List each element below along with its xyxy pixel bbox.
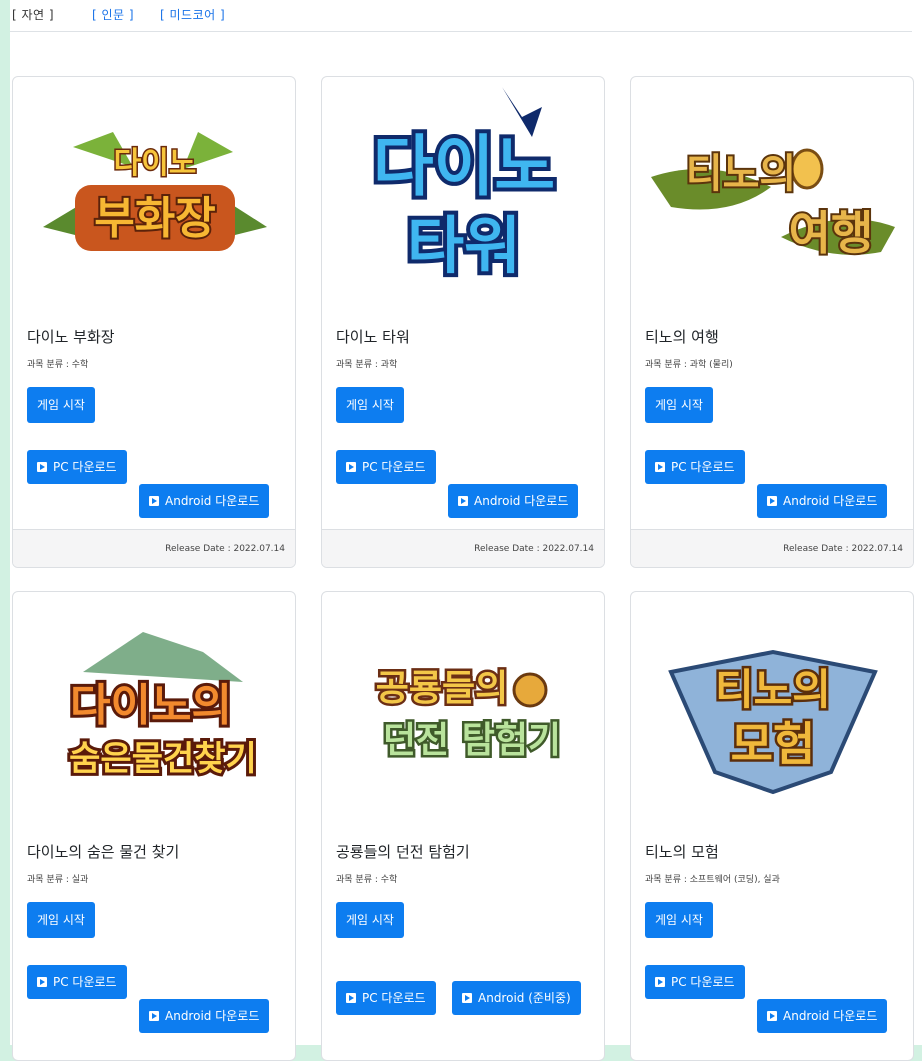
game-card-tino-adventure: 티노의 모험 티노의 모험 과목 분류 : 소프트웨어 (코딩), 실과 게임 … [630,591,914,1061]
game-category: 과목 분류 : 수학 [27,360,89,370]
game-logo-image: 다이노 부화장 [13,77,295,307]
svg-text:여행: 여행 [789,206,874,260]
pc-download-button[interactable]: PC 다운로드 [645,965,745,999]
category-tabs: [ 자연 ] [ 인문 ] [ 미드코어 ] [10,0,912,32]
svg-text:던전 탐험기: 던전 탐험기 [383,720,561,761]
start-game-button[interactable]: 게임 시작 [336,902,404,938]
tab-midcore[interactable]: [ 미드코어 ] [160,6,225,23]
svg-text:티노의: 티노의 [715,665,831,714]
start-game-button[interactable]: 게임 시작 [645,902,713,938]
start-game-button[interactable]: 게임 시작 [645,387,713,423]
game-title: 티노의 여행 [645,328,719,346]
game-card-dino-hidden-objects: 다이노의 숨은물건찾기 다이노의 숨은 물건 찾기 과목 분류 : 실과 게임 … [12,591,296,1061]
play-icon [655,977,665,987]
android-download-button[interactable]: Android 다운로드 [448,484,579,518]
game-logo-image: 다이노의 숨은물건찾기 [13,592,295,822]
play-icon [767,496,777,506]
svg-text:다이노의: 다이노의 [70,680,232,731]
play-icon [149,496,159,506]
svg-text:숨은물건찾기: 숨은물건찾기 [69,739,257,779]
game-logo-image: 티노의 모험 [631,592,913,822]
release-date: Release Date : 2022.07.14 [631,529,913,567]
svg-text:타워: 타워 [407,209,521,282]
content-panel: [ 자연 ] [ 인문 ] [ 미드코어 ] 다이노 부화장 다이노 부화장 과… [10,0,922,1061]
svg-text:공룡들의: 공룡들의 [376,668,508,709]
play-icon [655,462,665,472]
play-icon [37,977,47,987]
game-category: 과목 분류 : 실과 [27,875,89,885]
tab-nature[interactable]: [ 자연 ] [12,6,54,23]
android-download-button[interactable]: Android 다운로드 [139,484,270,518]
play-icon [149,1011,159,1021]
game-title: 다이노 부화장 [27,328,115,346]
play-icon [37,462,47,472]
pc-download-button[interactable]: PC 다운로드 [336,981,436,1015]
game-title: 다이노의 숨은 물건 찾기 [27,843,180,861]
svg-text:다이노: 다이노 [373,128,555,205]
game-logo-image: 다이노 타워 [322,77,604,307]
play-icon [462,993,472,1003]
android-download-button[interactable]: Android 다운로드 [757,484,888,518]
game-logo-image: 공룡들의 던전 탐험기 [322,592,604,822]
game-category: 과목 분류 : 소프트웨어 (코딩), 실과 [645,875,780,885]
svg-text:부화장: 부화장 [94,193,215,244]
release-date: Release Date : 2022.07.14 [322,529,604,567]
pc-download-button[interactable]: PC 다운로드 [27,965,127,999]
game-title: 다이노 타워 [336,328,410,346]
game-category: 과목 분류 : 수학 [336,875,398,885]
game-card-tino-journey: 티노의 여행 티노의 여행 과목 분류 : 과학 (물리) 게임 시작 PC 다… [630,76,914,568]
play-icon [458,496,468,506]
android-download-button[interactable]: Android 다운로드 [139,999,270,1033]
play-icon [346,993,356,1003]
start-game-button[interactable]: 게임 시작 [27,902,95,938]
svg-text:다이노: 다이노 [114,146,197,181]
android-download-button[interactable]: Android (준비중) [452,981,581,1015]
game-title: 공룡들의 던전 탐험기 [336,843,470,861]
game-logo-image: 티노의 여행 [631,77,913,307]
tab-humanities[interactable]: [ 인문 ] [92,6,134,23]
start-game-button[interactable]: 게임 시작 [27,387,95,423]
play-icon [767,1011,777,1021]
pc-download-button[interactable]: PC 다운로드 [645,450,745,484]
android-download-button[interactable]: Android 다운로드 [757,999,888,1033]
game-category: 과목 분류 : 과학 (물리) [645,360,733,370]
pc-download-button[interactable]: PC 다운로드 [27,450,127,484]
svg-text:모험: 모험 [731,717,816,771]
start-game-button[interactable]: 게임 시작 [336,387,404,423]
game-category: 과목 분류 : 과학 [336,360,398,370]
svg-text:티노의: 티노의 [686,151,796,197]
game-title: 티노의 모험 [645,843,719,861]
pc-download-button[interactable]: PC 다운로드 [336,450,436,484]
game-card-dino-hatchery: 다이노 부화장 다이노 부화장 과목 분류 : 수학 게임 시작 PC 다운로드… [12,76,296,568]
release-date: Release Date : 2022.07.14 [13,529,295,567]
game-card-dino-dungeon: 공룡들의 던전 탐험기 공룡들의 던전 탐험기 과목 분류 : 수학 게임 시작… [321,591,605,1061]
game-card-dino-tower: 다이노 타워 다이노 타워 과목 분류 : 과학 게임 시작 PC 다운로드 A… [321,76,605,568]
play-icon [346,462,356,472]
